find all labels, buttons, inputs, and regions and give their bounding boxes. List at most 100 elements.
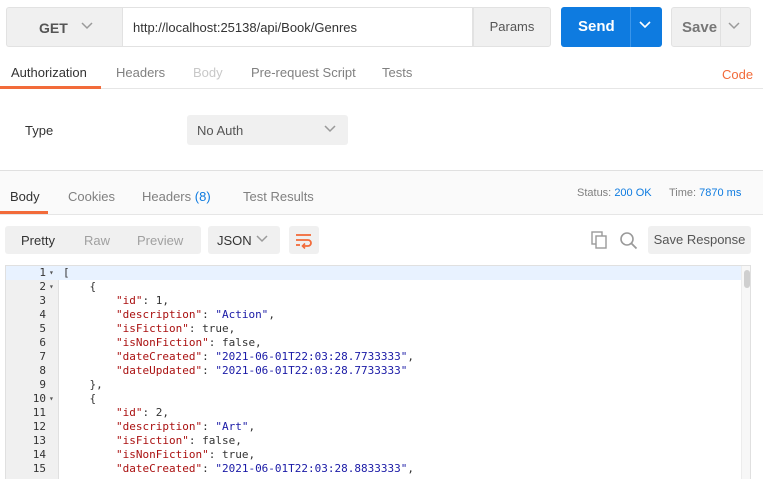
tab-authorization[interactable]: Authorization: [11, 65, 87, 80]
response-tab-cookies[interactable]: Cookies: [68, 189, 115, 204]
json-punctuation: [63, 294, 116, 307]
line-number: 12: [32, 420, 46, 433]
chevron-down-icon[interactable]: [728, 22, 740, 30]
json-punctuation: : false,: [188, 434, 242, 447]
preview-button[interactable]: Preview: [137, 233, 183, 248]
code-line: 11 "id": 2,: [6, 406, 741, 420]
fold-toggle-icon[interactable]: ▾: [49, 392, 54, 406]
line-number: 14: [32, 448, 46, 461]
request-bar: GET http://localhost:25138/api/Book/Genr…: [0, 0, 763, 57]
code-text: },: [63, 378, 102, 392]
time-value[interactable]: 7870 ms: [699, 187, 741, 199]
json-key: "isFiction": [115, 322, 189, 335]
pretty-button[interactable]: Pretty: [21, 233, 55, 248]
tab-pre-request-script[interactable]: Pre-request Script: [251, 65, 356, 80]
code-line: 10 ▾ {: [6, 392, 741, 406]
status-value[interactable]: 200 OK: [614, 187, 651, 199]
code-text: "isNonFiction": false,: [63, 336, 262, 350]
code-line: 14 "isNonFiction": true,: [6, 448, 741, 462]
response-tab-headers-label: Headers: [142, 189, 192, 204]
headers-count-badge: (8): [194, 189, 211, 204]
code-text: {: [63, 392, 96, 406]
json-punctuation: [63, 308, 116, 321]
tab-tests[interactable]: Tests: [382, 65, 412, 80]
response-tab-test-results[interactable]: Test Results: [243, 189, 314, 204]
params-button[interactable]: Params: [473, 7, 551, 47]
json-punctuation: [63, 448, 116, 461]
code-link[interactable]: Code: [722, 67, 753, 82]
method-select[interactable]: GET: [6, 7, 122, 47]
chevron-down-icon[interactable]: [639, 21, 651, 29]
status-label: Status:: [577, 187, 612, 199]
fold-toggle-icon[interactable]: ▾: [49, 280, 54, 294]
time-label: Time:: [669, 187, 697, 199]
auth-type-label: Type: [25, 123, 54, 138]
code-text: "isNonFiction": true,: [63, 448, 255, 462]
json-key: "description": [115, 420, 203, 433]
tab-body[interactable]: Body: [193, 65, 223, 80]
request-tabs: Authorization Headers Body Pre-request S…: [0, 57, 763, 89]
json-punctuation: :: [202, 462, 216, 475]
response-time: Time: 7870 ms: [669, 187, 741, 199]
line-number: 15: [32, 462, 46, 475]
auth-type-select[interactable]: No Auth: [187, 115, 348, 145]
json-key: "dateCreated": [115, 462, 203, 475]
line-number: 5: [39, 322, 46, 335]
code-text: "id": 2,: [63, 406, 169, 420]
raw-button[interactable]: Raw: [84, 233, 110, 248]
response-tab-body[interactable]: Body: [10, 189, 40, 204]
language-select[interactable]: JSON: [208, 226, 280, 254]
search-icon[interactable]: [619, 231, 638, 250]
json-punctuation: : true,: [188, 322, 236, 335]
line-number: 13: [32, 434, 46, 447]
json-string: "2021-06-01T22:03:28.8833333": [215, 462, 408, 475]
json-punctuation: :: [202, 308, 216, 321]
wrap-lines-icon: [296, 234, 312, 249]
url-text: http://localhost:25138/api/Book/Genres: [133, 20, 358, 35]
json-string: "2021-06-01T22:03:28.7733333": [215, 364, 408, 377]
save-label: Save: [682, 19, 718, 36]
response-tabs: Body Cookies Headers (8) Test Results St…: [0, 171, 763, 215]
json-punctuation: ,: [248, 420, 256, 433]
code-line: 15 "dateCreated": "2021-06-01T22:03:28.8…: [6, 462, 741, 476]
response-tab-headers[interactable]: Headers (8): [142, 189, 211, 204]
send-label: Send: [578, 18, 615, 35]
json-punctuation: [63, 364, 116, 377]
send-button[interactable]: Send: [561, 7, 662, 47]
json-punctuation: ,: [268, 308, 275, 321]
code-line: 2 ▾ {: [6, 280, 741, 294]
json-punctuation: : false,: [208, 336, 262, 349]
vertical-scrollbar[interactable]: [741, 266, 750, 479]
line-number: 10: [32, 392, 46, 405]
format-toggle-group: Pretty Raw Preview: [5, 226, 201, 254]
json-string: "Art": [215, 420, 249, 433]
line-number: 6: [39, 336, 46, 349]
fold-toggle-icon[interactable]: ▾: [49, 266, 54, 280]
copy-icon[interactable]: [590, 231, 608, 249]
auth-type-value: No Auth: [197, 123, 244, 138]
code-line: 9 },: [6, 378, 741, 392]
json-string: "2021-06-01T22:03:28.7733333": [215, 350, 408, 363]
code-text: "description": "Art",: [63, 420, 255, 434]
scrollbar-thumb[interactable]: [744, 270, 750, 288]
line-number: 3: [39, 294, 46, 307]
json-key: "dateUpdated": [115, 364, 203, 377]
code-line: 7 "dateCreated": "2021-06-01T22:03:28.77…: [6, 350, 741, 364]
line-number: 9: [39, 378, 46, 391]
url-input[interactable]: http://localhost:25138/api/Book/Genres: [122, 7, 473, 47]
code-text: "isFiction": false,: [63, 434, 242, 448]
code-text: "description": "Action",: [63, 308, 275, 322]
code-text: "dateUpdated": "2021-06-01T22:03:28.7733…: [63, 364, 407, 378]
tab-headers[interactable]: Headers: [116, 65, 165, 80]
method-label: GET: [39, 20, 68, 36]
json-punctuation: [63, 336, 116, 349]
json-punctuation: [63, 406, 116, 419]
json-key: "description": [115, 308, 203, 321]
json-punctuation: ,: [407, 462, 415, 475]
wrap-lines-button[interactable]: [289, 226, 319, 254]
response-body-editor[interactable]: 1 ▾[2 ▾ {3 "id": 1, 4 "description": "Actio…: [5, 265, 751, 479]
response-status: Status: 200 OK: [577, 187, 652, 199]
json-key: "dateCreated": [115, 350, 203, 363]
save-button[interactable]: Save: [671, 7, 751, 47]
save-response-button[interactable]: Save Response: [648, 226, 751, 254]
